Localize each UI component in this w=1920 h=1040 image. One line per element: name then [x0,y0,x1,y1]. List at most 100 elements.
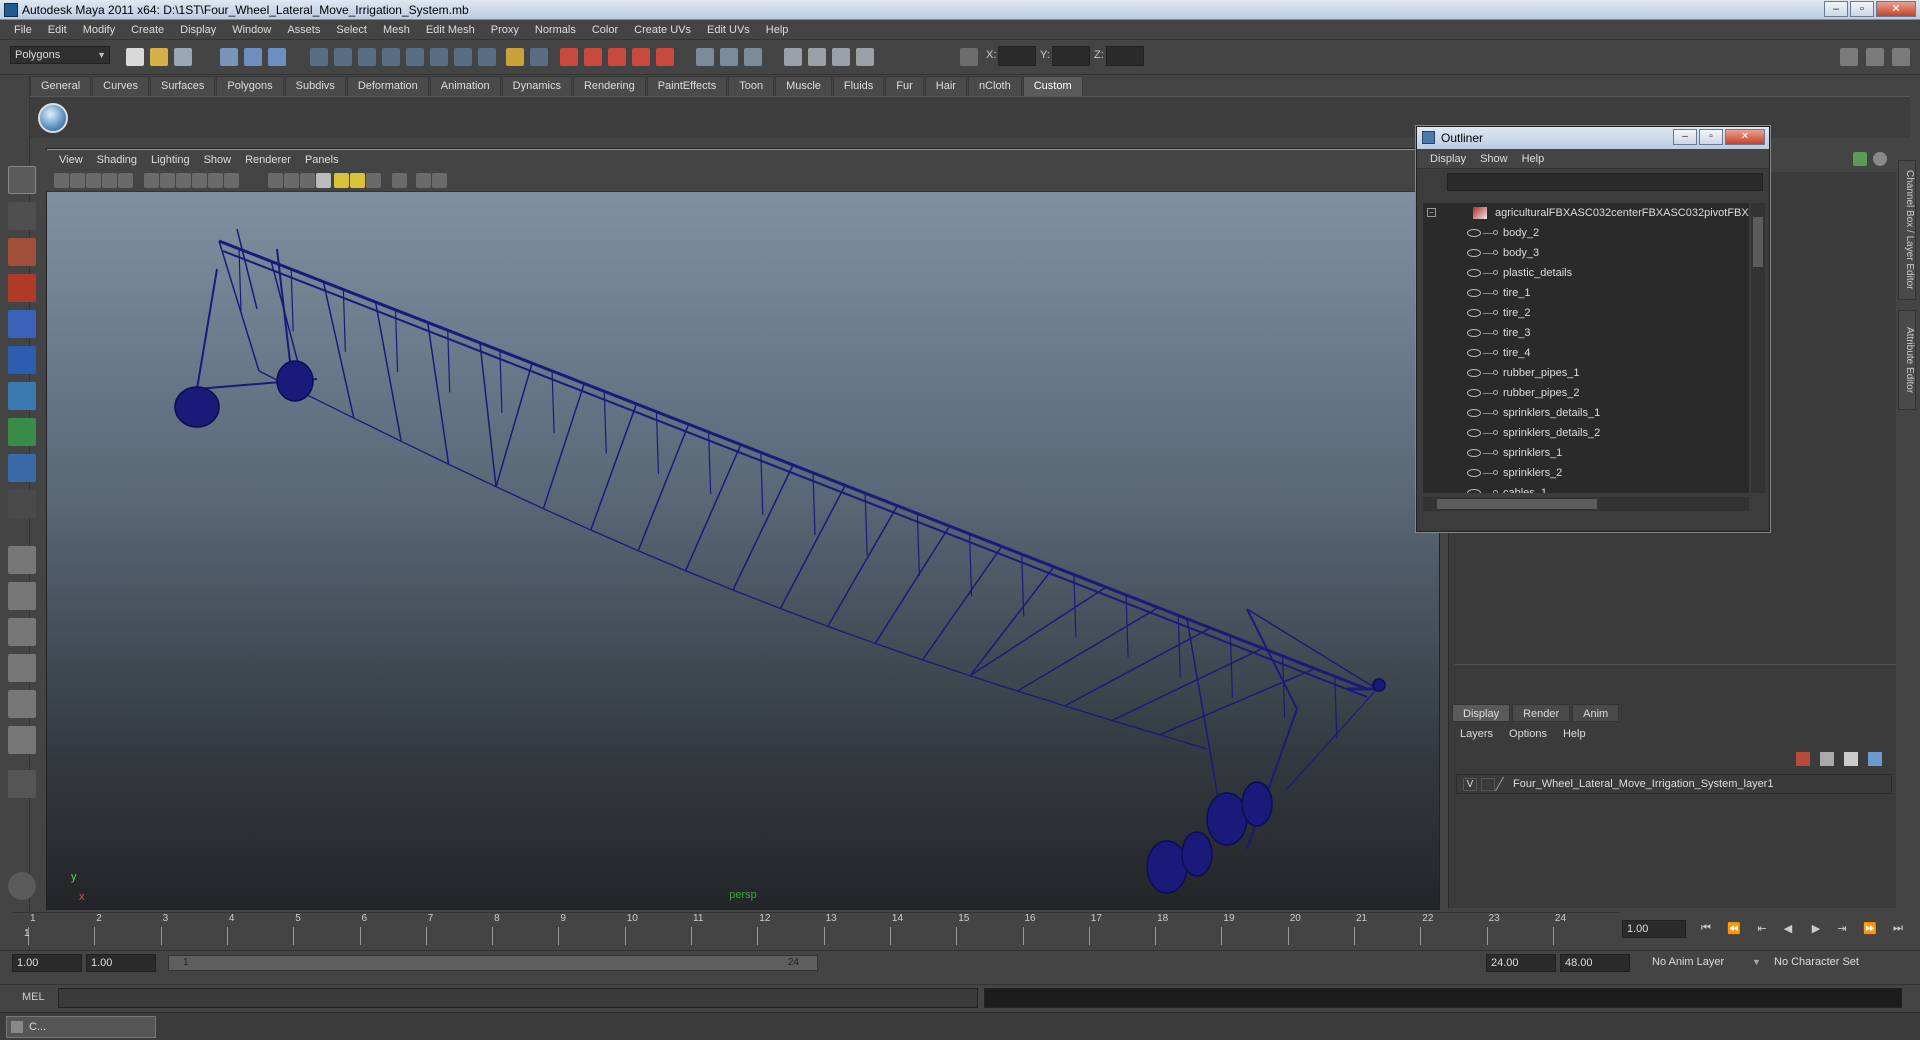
menu-normals[interactable]: Normals [527,24,584,36]
smooth-shade-icon[interactable] [284,173,299,188]
shelf-tab-animation[interactable]: Animation [429,76,501,96]
show-manipulator-icon[interactable] [8,454,36,482]
hypershade-icon[interactable] [632,48,650,66]
playback-start-field[interactable]: 1.00 [86,954,156,972]
resolution-gate-icon[interactable] [160,173,175,188]
layer-menu-help[interactable]: Help [1555,728,1594,740]
menu-set-dropdown[interactable]: Polygons ▼ [10,46,110,64]
shelf-tab-toon[interactable]: Toon [728,76,775,96]
rotate-tool-icon[interactable] [8,310,36,338]
outliner-item[interactable]: body_3 [1423,243,1749,263]
snap-curve-icon[interactable] [334,48,352,66]
menu-select[interactable]: Select [328,24,375,36]
outliner-item[interactable]: sprinklers_2 [1423,463,1749,483]
outliner-item[interactable]: sprinklers_details_2 [1423,423,1749,443]
scale-tool-icon[interactable] [8,346,36,374]
layer-name[interactable]: Four_Wheel_Lateral_Move_Irrigation_Syste… [1513,778,1773,790]
high-quality-icon[interactable] [432,173,447,188]
menu-edit-uvs[interactable]: Edit UVs [699,24,758,36]
viewport-menu-lighting[interactable]: Lighting [144,154,197,166]
shelf-tab-ncloth[interactable]: nCloth [967,76,1022,96]
outliner-menu-show[interactable]: Show [1473,153,1515,165]
select-camera-icon[interactable] [54,173,69,188]
persp-graph-layout-icon[interactable] [8,654,36,682]
layout-toggle-icon[interactable] [1866,48,1884,66]
step-back-frame-icon[interactable]: ⏪ [1726,922,1742,936]
lasso-tool-icon[interactable] [8,202,36,230]
xray-icon[interactable] [366,173,381,188]
bookmark-icon[interactable] [86,173,101,188]
shelf-tab-subdivs[interactable]: Subdivs [284,76,346,96]
grid-toggle-icon[interactable] [118,173,133,188]
layer-menu-layers[interactable]: Layers [1452,728,1501,740]
help-icon[interactable] [478,48,496,66]
hypergraph-icon[interactable] [856,48,874,66]
channel-box-toggle-icon[interactable] [696,48,714,66]
isolate-select-icon[interactable] [392,173,407,188]
last-tool-icon[interactable] [8,490,36,518]
ipr-render-icon[interactable] [584,48,602,66]
menu-edit-mesh[interactable]: Edit Mesh [418,24,483,36]
outliner-item[interactable]: tire_4 [1423,343,1749,363]
layer-tab-anim[interactable]: Anim [1572,704,1620,722]
four-view-layout-icon[interactable] [8,582,36,610]
outliner-close-button[interactable]: ✕ [1725,129,1765,145]
viewport-menu-view[interactable]: View [52,154,90,166]
shelf-tab-polygons[interactable]: Polygons [216,76,284,96]
field-chart-icon[interactable] [192,173,207,188]
shelf-tab-hair[interactable]: Hair [924,76,967,96]
animation-start-field[interactable]: 1.00 [12,954,82,972]
menu-proxy[interactable]: Proxy [483,24,527,36]
persp-outliner-layout-icon[interactable] [8,618,36,646]
outliner-item[interactable]: plastic_details [1423,263,1749,283]
scroll-thumb[interactable] [1437,499,1597,509]
create-layer-from-selected-icon[interactable] [1820,752,1834,766]
select-hierarchy-icon[interactable] [220,48,238,66]
soft-modification-icon[interactable] [8,418,36,446]
step-back-key-icon[interactable]: ⇤ [1754,922,1770,936]
outliner-minimize-button[interactable]: – [1673,129,1697,145]
hotbox-icon[interactable] [8,872,36,900]
viewport-menu-panels[interactable]: Panels [298,154,346,166]
outliner-item[interactable]: body_2 [1423,223,1749,243]
new-scene-icon[interactable] [126,48,144,66]
attribute-editor-toggle-icon[interactable] [720,48,738,66]
shelf-tab-dynamics[interactable]: Dynamics [501,76,572,96]
go-to-end-icon[interactable]: ⏭ [1890,922,1906,936]
character-set-dropdown[interactable]: No Character Set [1770,954,1880,972]
layer-row[interactable]: V Four_Wheel_Lateral_Move_Irrigation_Sys… [1456,774,1892,794]
textured-icon[interactable] [316,173,331,188]
save-scene-icon[interactable] [174,48,192,66]
outliner-item[interactable]: tire_3 [1423,323,1749,343]
outliner-item[interactable]: rubber_pipes_2 [1423,383,1749,403]
safe-title-icon[interactable] [224,173,239,188]
step-forward-key-icon[interactable]: ⇥ [1834,922,1850,936]
outliner-maximize-button[interactable]: ▫ [1699,129,1723,145]
viewport-menu-show[interactable]: Show [197,154,239,166]
create-empty-layer-icon[interactable] [1796,752,1810,766]
select-component-icon[interactable] [268,48,286,66]
channel-box-key-icon[interactable] [1853,152,1867,166]
ambient-occlusion-icon[interactable] [416,173,431,188]
x-field[interactable] [998,46,1036,66]
mel-input[interactable] [58,988,978,1008]
move-tool-icon[interactable] [8,274,36,302]
shelf-tab-muscle[interactable]: Muscle [775,76,832,96]
shelf-tab-surfaces[interactable]: Surfaces [149,76,216,96]
scroll-thumb[interactable] [1753,217,1763,267]
play-forwards-icon[interactable]: ▶ [1808,922,1824,936]
layer-menu-options[interactable]: Options [1501,728,1555,740]
menu-color[interactable]: Color [584,24,626,36]
snap-point-icon[interactable] [358,48,376,66]
wireframe-on-shaded-icon[interactable] [300,173,315,188]
universal-manipulator-icon[interactable] [8,382,36,410]
outliner-item[interactable]: sprinklers_details_1 [1423,403,1749,423]
animation-end-field[interactable]: 48.00 [1560,954,1630,972]
construction-icon[interactable] [454,48,472,66]
layout-more-icon[interactable] [8,770,36,798]
shelf-tab-fur[interactable]: Fur [885,76,924,96]
graph-editor-icon[interactable] [808,48,826,66]
y-field[interactable] [1052,46,1090,66]
dope-sheet-icon[interactable] [832,48,850,66]
playback-end-field[interactable]: 24.00 [1486,954,1556,972]
